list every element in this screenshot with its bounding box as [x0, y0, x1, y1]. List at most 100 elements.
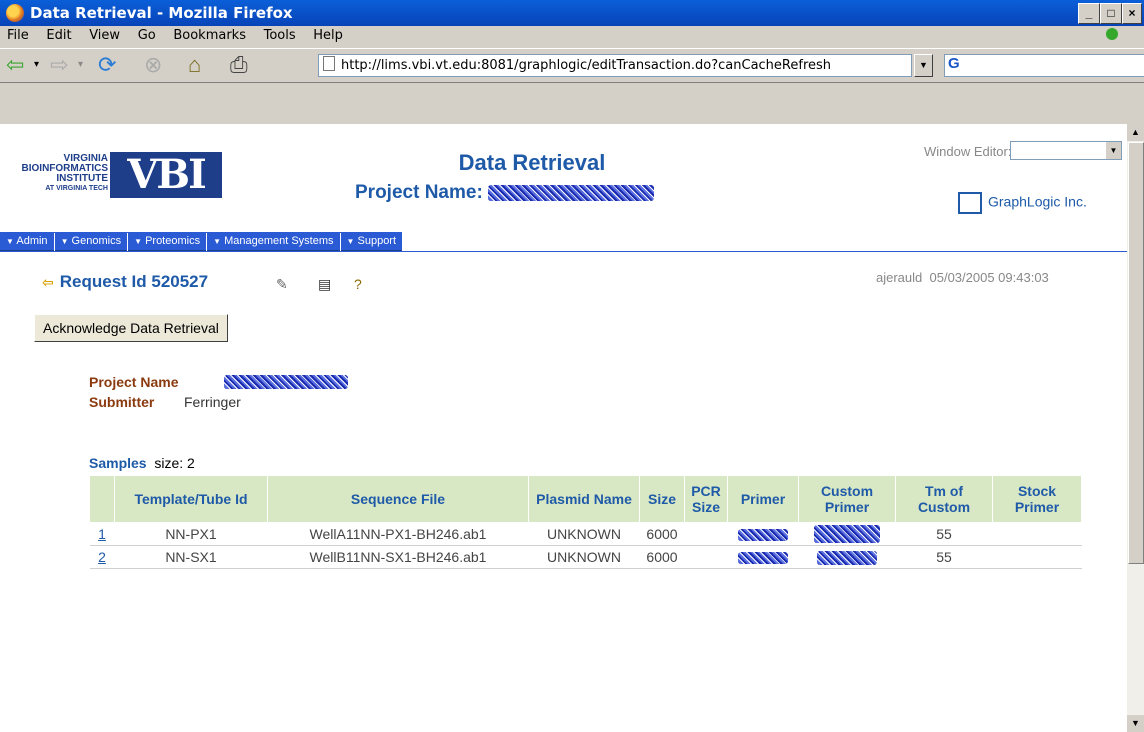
- stop-icon[interactable]: ⊗: [144, 53, 162, 77]
- url-dropdown-button[interactable]: ▼: [914, 54, 933, 77]
- search-box[interactable]: G: [944, 54, 1144, 77]
- row-link[interactable]: 1: [98, 526, 106, 542]
- project-name-label: Project Name: [89, 374, 179, 390]
- menu-bar: File Edit View Go Bookmarks Tools Help: [0, 26, 1144, 47]
- menu-help[interactable]: Help: [306, 26, 350, 43]
- menu-management-systems[interactable]: ▼ Management Systems: [207, 233, 341, 251]
- column-header: PCR Size: [684, 475, 728, 523]
- table-row: 2 NN-SX1 WellB11NN-SX1-BH246.ab1 UNKNOWN…: [89, 545, 1082, 569]
- url-bar[interactable]: http://lims.vbi.vt.edu:8081/graphlogic/e…: [318, 54, 912, 77]
- help-icon[interactable]: ?: [354, 276, 362, 292]
- row-number-link[interactable]: 1: [89, 522, 115, 546]
- acknowledge-button[interactable]: Acknowledge Data Retrieval: [34, 314, 228, 342]
- stock-primer-cell: [992, 522, 1082, 546]
- redacted-mark: [738, 529, 788, 542]
- sequence-file-cell: WellA11NN-PX1-BH246.ab1: [267, 522, 529, 546]
- print-icon[interactable]: ⎙: [230, 53, 248, 77]
- window-editor-select[interactable]: ▼: [1010, 141, 1122, 160]
- redacted-project-value: [224, 373, 348, 389]
- back-icon[interactable]: ⇦: [6, 53, 24, 77]
- pcr-size-cell: [684, 545, 728, 569]
- row-link[interactable]: 2: [98, 549, 106, 565]
- menu-proteomics[interactable]: ▼ Proteomics: [128, 233, 208, 251]
- row-number-link[interactable]: 2: [89, 545, 115, 569]
- forward-dropdown-icon[interactable]: ▾: [78, 53, 83, 77]
- menu-go[interactable]: Go: [131, 26, 163, 43]
- scroll-up-icon[interactable]: ▲: [1127, 124, 1144, 141]
- reload-icon[interactable]: ⟳: [98, 53, 116, 77]
- url-text: http://lims.vbi.vt.edu:8081/graphlogic/e…: [341, 58, 832, 73]
- menu-genomics[interactable]: ▼ Genomics: [55, 233, 129, 251]
- back-dropdown-icon[interactable]: ▾: [34, 53, 39, 77]
- column-header: Template/Tube Id: [114, 475, 268, 523]
- username: ajerauld: [876, 270, 923, 285]
- primer-cell: [727, 522, 799, 546]
- request-id-label: Request Id 520527: [59, 272, 209, 291]
- tm-custom-cell: 55: [895, 545, 993, 569]
- table-header-row: Template/Tube Id Sequence File Plasmid N…: [89, 475, 1082, 523]
- column-header: Sequence File: [267, 475, 529, 523]
- navigation-toolbar: ⇦ ▾ ⇨ ▾ ⟳ ⊗ ⌂ ⎙ http://lims.vbi.vt.edu:8…: [0, 48, 1144, 83]
- column-header: Tm of Custom: [895, 475, 993, 523]
- graphlogic-logo: GraphLogic Inc.: [958, 192, 1087, 214]
- tm-custom-cell: 55: [895, 522, 993, 546]
- menu-bookmarks[interactable]: Bookmarks: [166, 26, 253, 43]
- minimize-button[interactable]: _: [1078, 3, 1100, 24]
- primer-cell: [727, 545, 799, 569]
- page-title: Data Retrieval: [458, 150, 606, 175]
- column-header: Size: [639, 475, 685, 523]
- vbi-logo-mark: VBI: [110, 152, 222, 198]
- google-icon: G: [948, 55, 960, 72]
- samples-table: Template/Tube Id Sequence File Plasmid N…: [89, 475, 1082, 569]
- template-cell: NN-PX1: [114, 522, 268, 546]
- graphlogic-icon: [958, 192, 982, 214]
- menu-admin[interactable]: ▼ Admin: [0, 233, 55, 251]
- column-header: Stock Primer: [992, 475, 1082, 523]
- scroll-down-icon[interactable]: ▼: [1127, 715, 1144, 732]
- project-name-heading: Project Name:: [355, 182, 785, 204]
- forward-icon[interactable]: ⇨: [50, 53, 68, 77]
- template-cell: NN-SX1: [114, 545, 268, 569]
- scrollbar-thumb[interactable]: [1128, 142, 1144, 564]
- timestamp: 05/03/2005 09:43:03: [929, 270, 1049, 285]
- redacted-mark: [738, 552, 788, 565]
- back-arrow-icon: ⇦: [42, 274, 54, 290]
- stock-primer-cell: [992, 545, 1082, 569]
- logo-line: AT VIRGINIA TECH: [45, 185, 108, 192]
- document-icon[interactable]: ▤: [318, 276, 331, 293]
- menu-view[interactable]: View: [82, 26, 127, 43]
- vbi-logo-text: VIRGINIA BIOINFORMATICS INSTITUTE AT VIR…: [0, 154, 108, 194]
- window-title: Data Retrieval - Mozilla Firefox: [30, 4, 293, 22]
- chevron-down-icon[interactable]: ▼: [1106, 142, 1121, 159]
- home-icon[interactable]: ⌂: [188, 53, 201, 77]
- redacted-mark: [817, 551, 877, 566]
- column-header: Custom Primer: [798, 475, 896, 523]
- custom-primer-cell: [798, 522, 896, 546]
- page-icon: [323, 56, 335, 71]
- samples-size: size: 2: [154, 455, 195, 471]
- column-header: Primer: [727, 475, 799, 523]
- menu-file[interactable]: File: [0, 26, 36, 43]
- logo-line: INSTITUTE: [56, 173, 108, 184]
- menu-tools[interactable]: Tools: [257, 26, 303, 43]
- close-button[interactable]: ×: [1122, 3, 1142, 24]
- column-header: Plasmid Name: [528, 475, 640, 523]
- request-id-link[interactable]: ⇦ Request Id 520527: [42, 272, 208, 292]
- user-timestamp: ajerauld 05/03/2005 09:43:03: [876, 270, 1049, 285]
- status-icon: [1106, 28, 1118, 40]
- submitter-value: Ferringer: [184, 394, 241, 410]
- samples-label: Samples: [89, 455, 147, 471]
- window-editor-label: Window Editor:: [924, 144, 1012, 159]
- sequence-file-cell: WellB11NN-SX1-BH246.ab1: [267, 545, 529, 569]
- vertical-scrollbar[interactable]: ▲ ▼: [1127, 124, 1144, 732]
- custom-primer-cell: [798, 545, 896, 569]
- maximize-button[interactable]: □: [1100, 3, 1122, 24]
- edit-icon[interactable]: ✎: [276, 276, 288, 293]
- redacted-mark: [224, 374, 348, 389]
- project-name-heading-label: Project Name:: [355, 182, 483, 203]
- menu-edit[interactable]: Edit: [39, 26, 78, 43]
- page-content: VIRGINIA BIOINFORMATICS INSTITUTE AT VIR…: [0, 124, 1127, 732]
- column-header: [89, 475, 115, 523]
- menu-support[interactable]: ▼ Support: [341, 233, 403, 251]
- size-cell: 6000: [639, 522, 685, 546]
